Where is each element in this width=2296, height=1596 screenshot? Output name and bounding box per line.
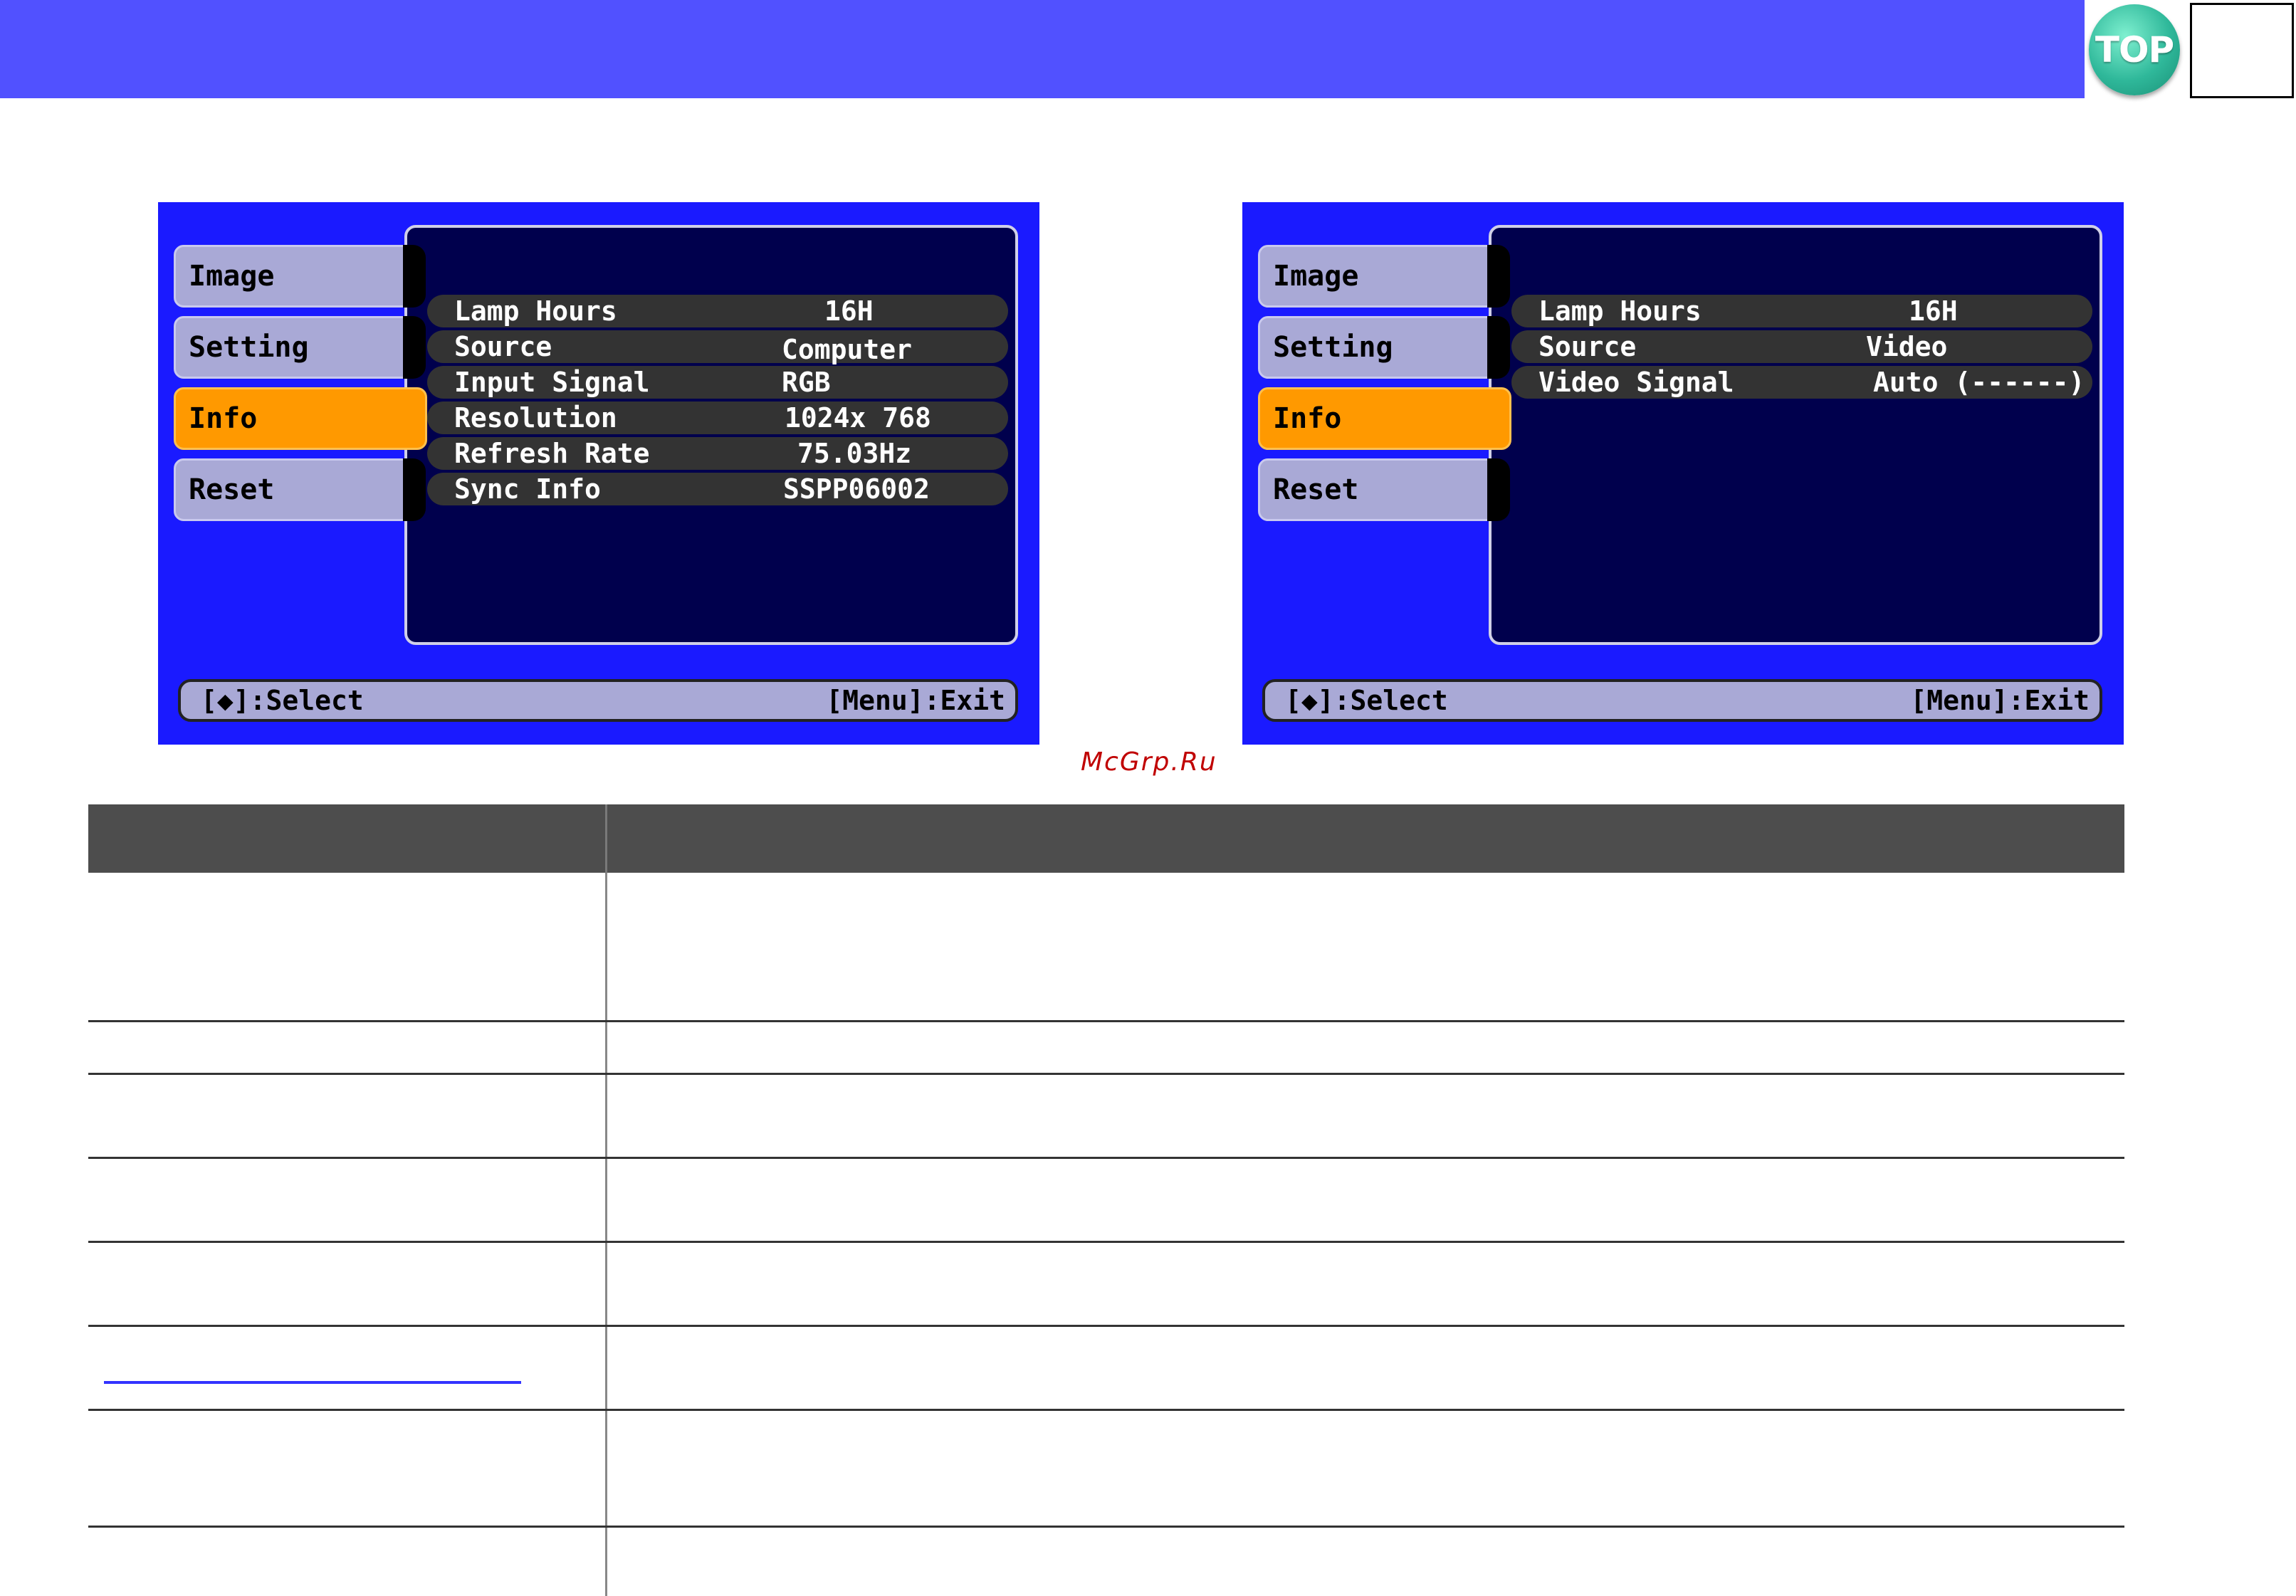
table-row — [88, 1159, 2124, 1243]
row-value: SSPP06002 — [783, 473, 930, 505]
exit-hint: [Menu]:Exit — [1910, 685, 2090, 716]
info-row-input-signal: Input Signal RGB — [427, 366, 1008, 399]
tab-shadow — [403, 458, 426, 521]
header-divider — [605, 804, 607, 873]
table-row — [88, 1075, 2124, 1159]
row-cap — [427, 437, 456, 470]
info-row-sync-info: Sync Info SSPP06002 — [427, 473, 1008, 505]
info-panel — [1489, 225, 2102, 645]
tab-reset[interactable]: Reset — [174, 458, 406, 521]
row-value: 16H — [1909, 295, 1958, 327]
info-row-lamp-hours: Lamp Hours 16H — [427, 295, 1008, 327]
tab-shadow — [403, 245, 426, 308]
row-label: Lamp Hours — [1538, 295, 1702, 327]
info-row-video-signal: Video Signal Auto (------) — [1511, 366, 2092, 399]
tab-image[interactable]: Image — [174, 245, 406, 308]
row-label: Input Signal — [454, 367, 650, 398]
top-button[interactable]: TOP — [2089, 4, 2180, 95]
row-value: Video — [1866, 331, 1948, 362]
tab-setting[interactable]: Setting — [1258, 316, 1490, 379]
osd-footer: [◆]:Select [Menu]:Exit — [1262, 679, 2102, 722]
tab-shadow — [1487, 245, 1510, 308]
watermark: McGrp.Ru — [1081, 747, 1217, 777]
row-label: Source — [1538, 331, 1637, 362]
osd-info-menu-video: Image Setting Info Reset Lamp Hours 16H … — [1242, 202, 2124, 745]
table-row — [88, 873, 2124, 1022]
row-cap — [1511, 295, 1540, 327]
tab-reset[interactable]: Reset — [1258, 458, 1490, 521]
tab-info[interactable]: Info — [174, 387, 427, 450]
exit-hint: [Menu]:Exit — [826, 685, 1005, 716]
table-row — [88, 1243, 2124, 1327]
tab-shadow — [403, 316, 426, 379]
row-cap — [427, 330, 456, 363]
row-cap — [427, 295, 456, 327]
tab-setting[interactable]: Setting — [174, 316, 406, 379]
select-hint: [◆]:Select — [201, 685, 364, 716]
select-hint: [◆]:Select — [1285, 685, 1448, 716]
info-row-source: Source Computer — [427, 330, 1008, 365]
tab-shadow — [1487, 316, 1510, 379]
table-header — [88, 804, 2124, 873]
row-value: Auto (------) — [1873, 367, 2085, 398]
row-label: Refresh Rate — [454, 438, 650, 469]
row-value: 16H — [824, 295, 874, 327]
row-value: RGB — [782, 367, 831, 398]
row-cap — [1511, 330, 1540, 363]
osd-info-menu-computer: Image Setting Info Reset Lamp Hours 16H … — [158, 202, 1039, 745]
table-row — [88, 1411, 2124, 1528]
tab-info[interactable]: Info — [1258, 387, 1511, 450]
row-value: 75.03Hz — [797, 438, 912, 469]
row-label: Lamp Hours — [454, 295, 617, 327]
row-value: Computer — [782, 334, 913, 365]
table-link[interactable] — [104, 1381, 521, 1384]
row-label: Sync Info — [454, 473, 601, 505]
info-row-resolution: Resolution 1024x 768 — [427, 401, 1008, 434]
header-bar — [0, 0, 2085, 98]
row-value: 1024x 768 — [785, 402, 931, 434]
top-button-label: TOP — [2095, 29, 2174, 70]
tab-image[interactable]: Image — [1258, 245, 1490, 308]
page-number-box — [2190, 3, 2294, 98]
row-cap — [1511, 366, 1540, 399]
row-label: Source — [454, 331, 552, 362]
row-cap — [427, 366, 456, 399]
info-row-refresh-rate: Refresh Rate 75.03Hz — [427, 437, 1008, 470]
info-panel — [404, 225, 1018, 645]
info-row-lamp-hours: Lamp Hours 16H — [1511, 295, 2092, 327]
osd-footer: [◆]:Select [Menu]:Exit — [178, 679, 1018, 722]
row-cap — [427, 401, 456, 434]
row-cap — [427, 473, 456, 505]
info-row-source: Source Video — [1511, 330, 2092, 363]
row-label: Video Signal — [1538, 367, 1734, 398]
tab-shadow — [1487, 458, 1510, 521]
row-label: Resolution — [454, 402, 617, 434]
table-row — [88, 1327, 2124, 1411]
table-row — [88, 1022, 2124, 1075]
